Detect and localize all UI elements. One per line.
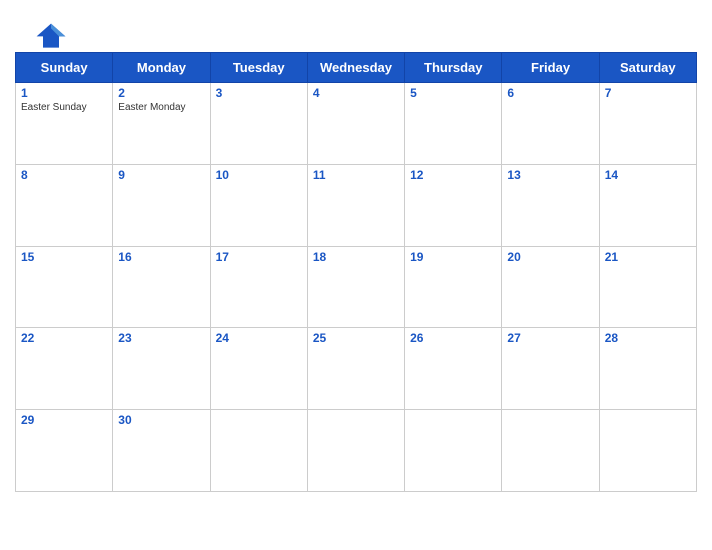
day-number: 1 (21, 86, 107, 100)
day-number: 19 (410, 250, 496, 264)
day-header-saturday: Saturday (599, 53, 696, 83)
calendar-cell: 3 (210, 83, 307, 165)
calendar-cell: 9 (113, 164, 210, 246)
day-number: 12 (410, 168, 496, 182)
day-number: 10 (216, 168, 302, 182)
day-number: 29 (21, 413, 107, 427)
calendar-cell: 16 (113, 246, 210, 328)
day-header-thursday: Thursday (405, 53, 502, 83)
calendar-cell: 7 (599, 83, 696, 165)
day-number: 4 (313, 86, 399, 100)
day-number: 5 (410, 86, 496, 100)
calendar-cell (405, 410, 502, 492)
calendar-cell (502, 410, 599, 492)
day-number: 16 (118, 250, 204, 264)
calendar-cell: 30 (113, 410, 210, 492)
holiday-label: Easter Monday (118, 102, 204, 114)
day-header-sunday: Sunday (16, 53, 113, 83)
day-number: 6 (507, 86, 593, 100)
day-number: 9 (118, 168, 204, 182)
calendar-cell: 29 (16, 410, 113, 492)
calendar-cell: 26 (405, 328, 502, 410)
logo (35, 22, 71, 50)
calendar-cell (599, 410, 696, 492)
day-number: 23 (118, 331, 204, 345)
day-number: 22 (21, 331, 107, 345)
day-number: 28 (605, 331, 691, 345)
calendar-cell: 22 (16, 328, 113, 410)
calendar-cell: 24 (210, 328, 307, 410)
day-number: 3 (216, 86, 302, 100)
calendar-cell (210, 410, 307, 492)
calendar-cell: 20 (502, 246, 599, 328)
calendar-cell: 8 (16, 164, 113, 246)
calendar-cell: 13 (502, 164, 599, 246)
day-number: 7 (605, 86, 691, 100)
calendar-cell: 11 (307, 164, 404, 246)
calendar-cell: 19 (405, 246, 502, 328)
day-header-wednesday: Wednesday (307, 53, 404, 83)
calendar-cell: 28 (599, 328, 696, 410)
day-number: 25 (313, 331, 399, 345)
day-number: 27 (507, 331, 593, 345)
day-header-friday: Friday (502, 53, 599, 83)
calendar-cell (307, 410, 404, 492)
day-header-tuesday: Tuesday (210, 53, 307, 83)
day-number: 20 (507, 250, 593, 264)
calendar-cell: 6 (502, 83, 599, 165)
calendar-cell: 18 (307, 246, 404, 328)
calendar-cell: 14 (599, 164, 696, 246)
day-number: 21 (605, 250, 691, 264)
day-number: 30 (118, 413, 204, 427)
day-number: 15 (21, 250, 107, 264)
day-number: 24 (216, 331, 302, 345)
day-number: 26 (410, 331, 496, 345)
holiday-label: Easter Sunday (21, 102, 107, 114)
day-number: 18 (313, 250, 399, 264)
calendar-cell: 5 (405, 83, 502, 165)
day-number: 8 (21, 168, 107, 182)
calendar-cell: 25 (307, 328, 404, 410)
calendar-cell: 1 Easter Sunday (16, 83, 113, 165)
calendar-cell: 17 (210, 246, 307, 328)
day-number: 13 (507, 168, 593, 182)
calendar-cell: 21 (599, 246, 696, 328)
calendar-table: SundayMondayTuesdayWednesdayThursdayFrid… (15, 52, 697, 492)
calendar-cell: 12 (405, 164, 502, 246)
day-number: 17 (216, 250, 302, 264)
calendar-cell: 10 (210, 164, 307, 246)
day-number: 2 (118, 86, 204, 100)
day-header-monday: Monday (113, 53, 210, 83)
calendar-cell: 23 (113, 328, 210, 410)
calendar-cell: 27 (502, 328, 599, 410)
calendar-cell: 4 (307, 83, 404, 165)
day-number: 11 (313, 168, 399, 182)
calendar-cell: 15 (16, 246, 113, 328)
calendar-cell: 2 Easter Monday (113, 83, 210, 165)
day-number: 14 (605, 168, 691, 182)
